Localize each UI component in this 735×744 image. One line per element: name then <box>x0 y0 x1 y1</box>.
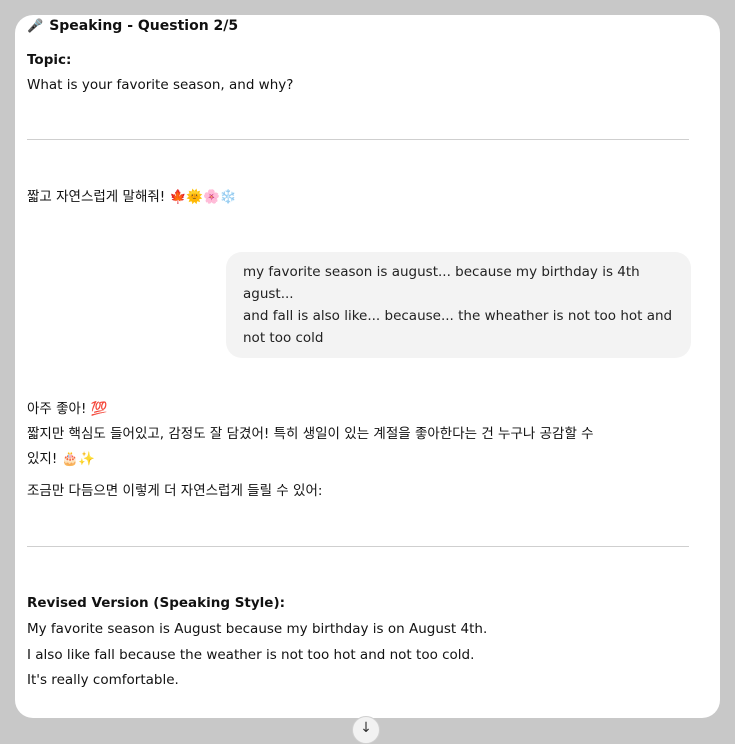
user-message-bubble: my favorite season is august... because … <box>226 252 691 358</box>
feedback-line: 짧지만 핵심도 들어있고, 감정도 잘 담겼어! 특히 생일이 있는 계절을 좋… <box>27 426 594 442</box>
scroll-down-button[interactable]: ↓ <box>352 716 380 744</box>
user-message-line: agust... <box>243 286 294 302</box>
question-title: Speaking - Question 2/5 <box>49 18 239 34</box>
topic-label: Topic: <box>27 52 72 68</box>
user-message-line: and fall is also like... because... the … <box>243 308 673 324</box>
revised-line: It's really comfortable. <box>27 672 179 688</box>
chat-card: 🎤 Speaking - Question 2/5 Topic: What is… <box>15 15 720 718</box>
topic-text: What is your favorite season, and why? <box>27 77 294 93</box>
question-header: 🎤 Speaking - Question 2/5 <box>27 18 238 34</box>
user-message-line: my favorite season is august... because … <box>243 264 640 280</box>
microphone-icon: 🎤 <box>27 18 44 34</box>
feedback-line: 있지! 🎂✨ <box>27 451 96 467</box>
user-message-line: not too cold <box>243 330 324 346</box>
revised-line: My favorite season is August because my … <box>27 621 488 637</box>
divider <box>27 139 689 140</box>
revised-label: Revised Version (Speaking Style): <box>27 595 286 611</box>
feedback-line: 조금만 다듬으면 이렇게 더 자연스럽게 들릴 수 있어: <box>27 483 323 499</box>
feedback-line: 아주 좋아! 💯 <box>27 401 108 417</box>
divider <box>27 546 689 547</box>
revised-line: I also like fall because the weather is … <box>27 647 475 663</box>
assistant-prompt: 짧고 자연스럽게 말해줘! 🍁🌞🌸❄️ <box>27 189 237 205</box>
arrow-down-icon: ↓ <box>360 720 372 736</box>
